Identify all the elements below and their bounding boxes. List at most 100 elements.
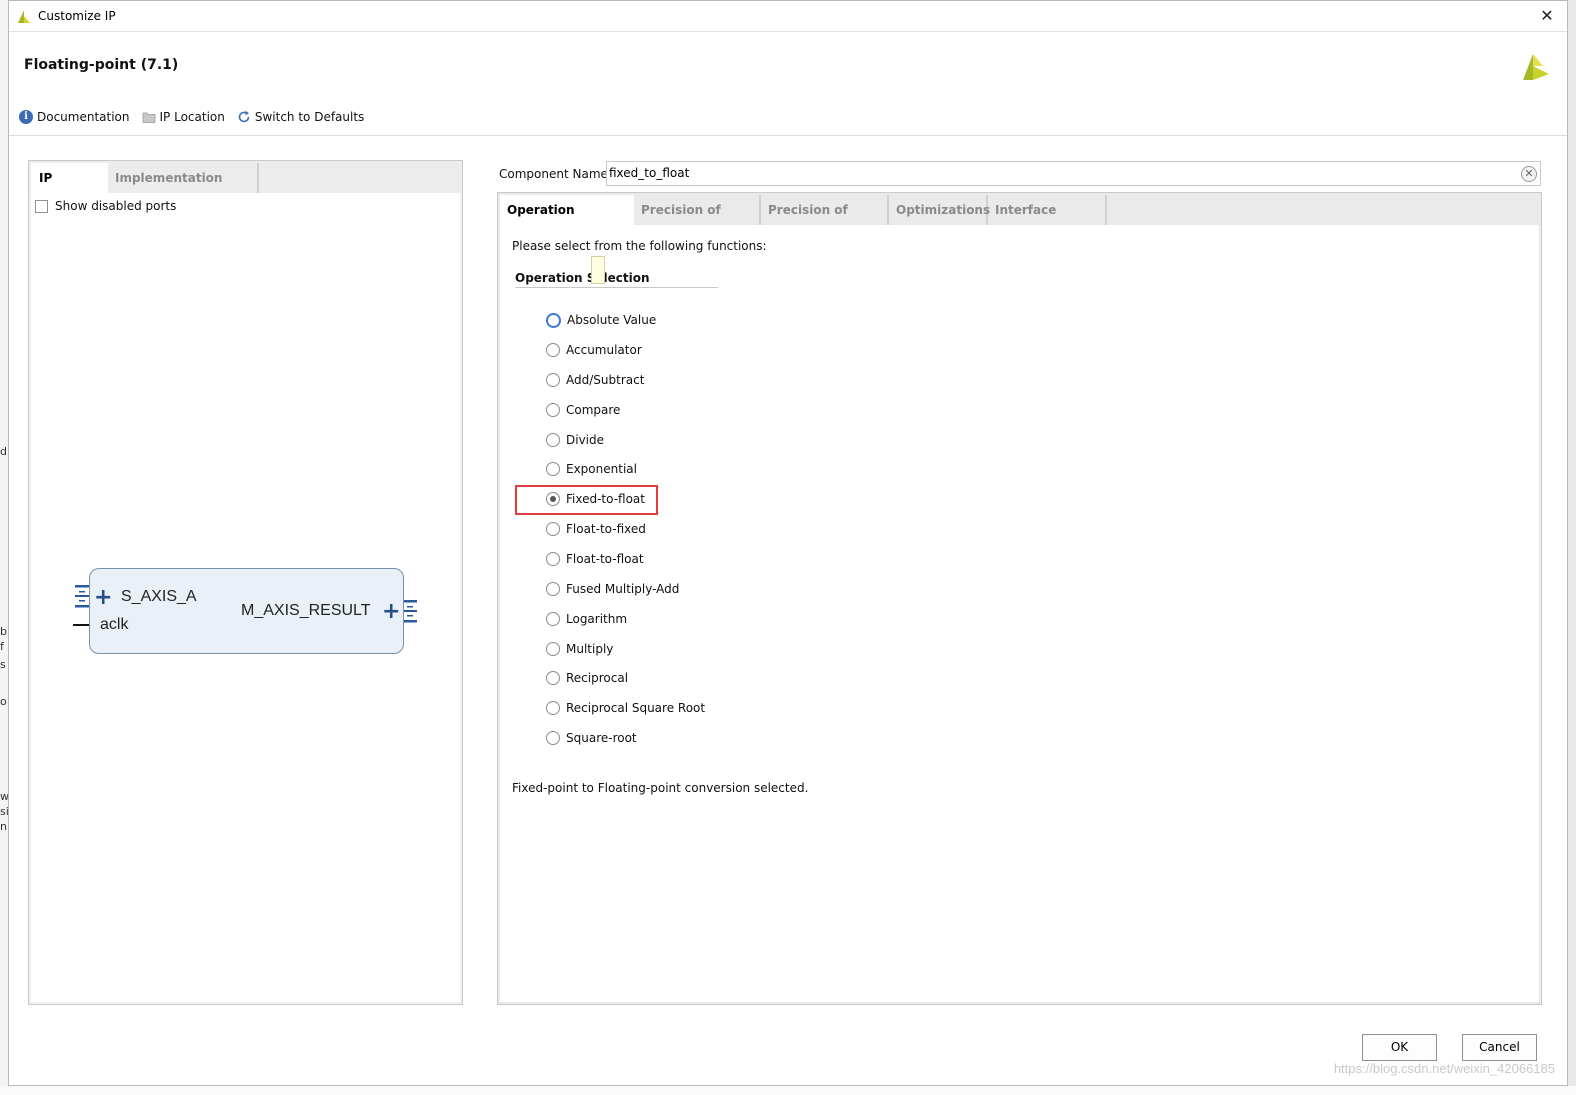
tooltip-marker bbox=[591, 256, 605, 284]
radio-label: Square-root bbox=[566, 731, 637, 745]
dialog-header: Floating-point (7.1) i Documentation IP … bbox=[9, 32, 1567, 136]
left-tab-bar: IP Symbol Implementation Details bbox=[29, 161, 462, 215]
background-app-edge: d b f s o w si n bbox=[0, 0, 9, 1095]
radio-button[interactable] bbox=[546, 312, 561, 328]
window-title: Customize IP bbox=[38, 9, 116, 23]
background-text-fragment: d bbox=[0, 445, 7, 458]
operation-group-title: Operation Selection bbox=[515, 271, 650, 285]
radio-divide[interactable]: Divide bbox=[546, 430, 604, 450]
s-axis-bus-icon bbox=[75, 585, 89, 608]
radio-label: Accumulator bbox=[566, 343, 642, 357]
expand-port-icon[interactable]: + bbox=[382, 601, 400, 623]
radio-button[interactable] bbox=[546, 373, 560, 387]
component-name-label: Component Name bbox=[499, 167, 608, 181]
radio-button[interactable] bbox=[546, 701, 560, 715]
radio-label: Logarithm bbox=[566, 612, 628, 626]
radio-button[interactable] bbox=[546, 522, 560, 536]
switch-to-defaults-label: Switch to Defaults bbox=[254, 110, 365, 124]
radio-button[interactable] bbox=[546, 642, 560, 656]
switch-to-defaults-button[interactable]: Switch to Defaults bbox=[237, 110, 364, 124]
background-console-line bbox=[0, 1086, 1576, 1095]
clear-icon[interactable]: ✕ bbox=[1521, 166, 1537, 182]
radio-label: Multiply bbox=[566, 642, 614, 656]
radio-button[interactable] bbox=[546, 671, 560, 685]
radio-float-to-fixed[interactable]: Float-to-fixed bbox=[546, 519, 646, 539]
radio-accumulator[interactable]: Accumulator bbox=[546, 340, 642, 360]
radio-label: Reciprocal bbox=[566, 671, 629, 685]
radio-label: Divide bbox=[566, 433, 605, 447]
ip-location-label: IP Location bbox=[159, 110, 225, 124]
info-icon: i bbox=[19, 110, 33, 124]
refresh-icon bbox=[238, 110, 250, 123]
folder-icon bbox=[142, 112, 155, 123]
xilinx-logo-icon bbox=[1523, 54, 1549, 80]
radio-button[interactable] bbox=[546, 552, 560, 566]
radio-button[interactable] bbox=[546, 343, 560, 357]
m-axis-bus-icon bbox=[403, 600, 417, 623]
radio-square-root[interactable]: Square-root bbox=[546, 728, 637, 748]
radio-label: Reciprocal Square Root bbox=[566, 701, 706, 715]
radio-button[interactable] bbox=[546, 462, 560, 476]
documentation-label: Documentation bbox=[37, 110, 130, 124]
customize-ip-dialog: Customize IP ✕ Floating-point (7.1) i Do… bbox=[8, 0, 1568, 1086]
tab-precision-of-result[interactable]: Precision of Result bbox=[761, 195, 889, 247]
expand-port-icon[interactable]: + bbox=[94, 587, 112, 609]
s-axis-a-port: S_AXIS_A bbox=[121, 588, 197, 605]
header-toolbar: i Documentation IP Location Switch to De… bbox=[19, 106, 376, 128]
radio-label: Compare bbox=[566, 403, 621, 417]
selection-highlight-annotation bbox=[515, 485, 658, 515]
title-bar: Customize IP ✕ bbox=[9, 1, 1567, 32]
radio-compare[interactable]: Compare bbox=[546, 400, 620, 420]
background-text-fragment: s bbox=[0, 658, 6, 671]
background-text-fragment: n bbox=[0, 820, 7, 833]
watermark-text: https://blog.csdn.net/weixin_42066185 bbox=[1333, 1061, 1555, 1076]
tab-implementation-details[interactable]: Implementation Details bbox=[107, 163, 259, 215]
ok-button[interactable]: OK bbox=[1362, 1034, 1437, 1061]
aclk-wire bbox=[73, 624, 89, 626]
tab-ip-symbol[interactable]: IP Symbol bbox=[31, 163, 108, 215]
radio-add-subtract[interactable]: Add/Subtract bbox=[546, 370, 644, 390]
show-disabled-ports-checkbox[interactable] bbox=[35, 199, 48, 213]
radio-exponential[interactable]: Exponential bbox=[546, 459, 637, 479]
radio-float-to-float[interactable]: Float-to-float bbox=[546, 549, 644, 569]
radio-button[interactable] bbox=[546, 731, 560, 745]
background-text-fragment: b bbox=[0, 625, 7, 638]
ip-location-button[interactable]: IP Location bbox=[142, 110, 225, 124]
right-tab-bar: Operation Selection Precision of Inputs … bbox=[498, 193, 1541, 247]
radio-label: Add/Subtract bbox=[566, 373, 645, 387]
component-name-value: fixed_to_float bbox=[609, 166, 690, 180]
radio-button[interactable] bbox=[546, 433, 560, 447]
radio-reciprocal-square-root[interactable]: Reciprocal Square Root bbox=[546, 698, 705, 718]
radio-button[interactable] bbox=[546, 612, 560, 626]
radio-label: Exponential bbox=[566, 462, 637, 476]
configuration-panel: Component Name fixed_to_float ✕ Operatio… bbox=[497, 156, 1542, 1006]
component-name-input[interactable]: fixed_to_float ✕ bbox=[606, 161, 1541, 186]
close-icon[interactable]: ✕ bbox=[1535, 4, 1559, 28]
radio-button[interactable] bbox=[546, 582, 560, 596]
tab-operation-selection[interactable]: Operation Selection bbox=[500, 195, 634, 247]
radio-button[interactable] bbox=[546, 403, 560, 417]
background-text-fragment: f bbox=[0, 640, 4, 653]
group-divider bbox=[515, 287, 718, 288]
radio-absolute-value[interactable]: Absolute Value bbox=[546, 310, 656, 330]
ip-symbol-block: + S_AXIS_A aclk M_AXIS_RESULT + bbox=[89, 568, 404, 654]
ip-name-title: Floating-point (7.1) bbox=[24, 57, 179, 73]
radio-label: Float-to-fixed bbox=[566, 522, 646, 536]
operation-prompt: Please select from the following functio… bbox=[512, 239, 767, 253]
radio-reciprocal[interactable]: Reciprocal bbox=[546, 668, 628, 688]
radio-label: Absolute Value bbox=[567, 313, 657, 327]
aclk-port: aclk bbox=[100, 616, 129, 633]
tab-precision-of-inputs[interactable]: Precision of Inputs bbox=[634, 195, 761, 247]
radio-fused-multiply-add[interactable]: Fused Multiply-Add bbox=[546, 579, 679, 599]
operation-status-text: Fixed-point to Floating-point conversion… bbox=[512, 781, 809, 795]
radio-multiply[interactable]: Multiply bbox=[546, 639, 613, 659]
radio-label: Float-to-float bbox=[566, 552, 644, 566]
tab-optimizations[interactable]: Optimizations bbox=[889, 195, 990, 225]
m-axis-result-port: M_AXIS_RESULT bbox=[241, 602, 371, 619]
show-disabled-ports-toggle[interactable]: Show disabled ports bbox=[35, 199, 176, 213]
documentation-button[interactable]: i Documentation bbox=[19, 110, 130, 124]
radio-logarithm[interactable]: Logarithm bbox=[546, 609, 627, 629]
cancel-button[interactable]: Cancel bbox=[1462, 1034, 1537, 1061]
configuration-tabs: Operation Selection Precision of Inputs … bbox=[497, 192, 1542, 1005]
tab-interface-options[interactable]: Interface Options bbox=[988, 195, 1107, 247]
